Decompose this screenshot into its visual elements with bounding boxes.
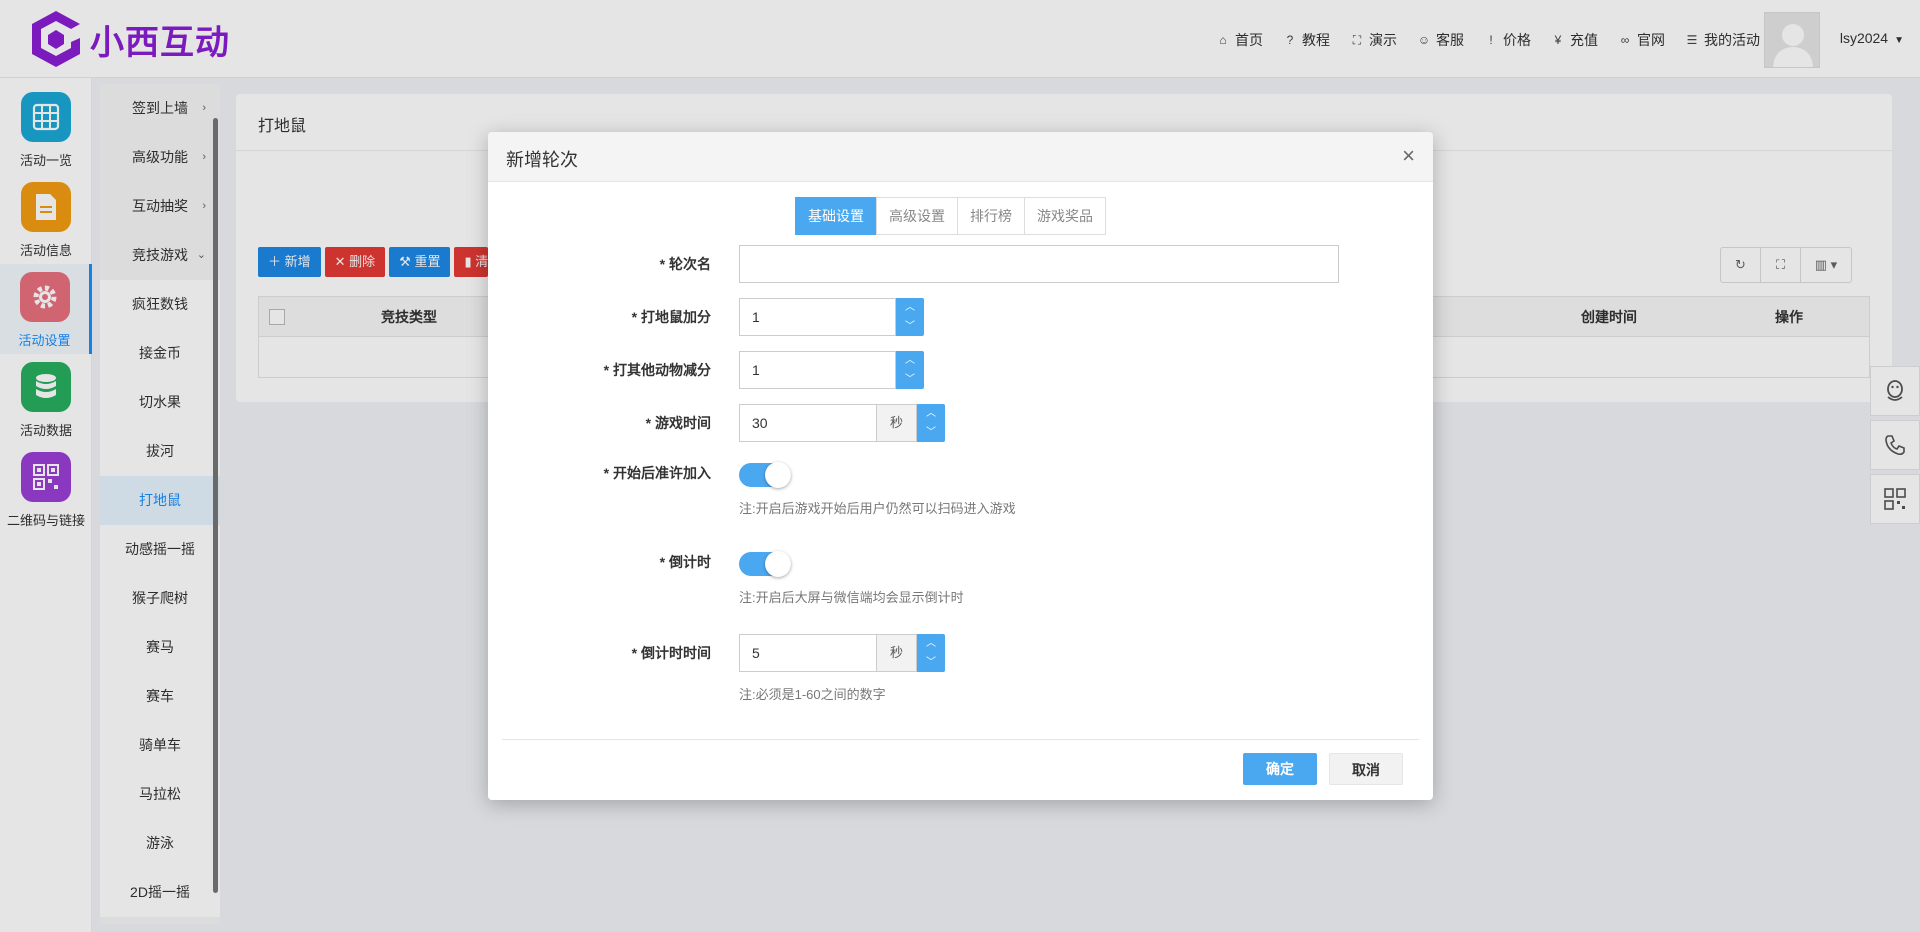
chevron-up-icon[interactable]: ︿ xyxy=(917,634,945,653)
game-time-label: * 游戏时间 xyxy=(645,415,711,431)
countdown-time-unit: 秒 xyxy=(877,634,917,672)
dialog-header: 新增轮次 × xyxy=(488,132,1433,182)
allow-join-toggle[interactable] xyxy=(739,462,791,488)
add-round-dialog: 新增轮次 × 基础设置 高级设置 排行榜 游戏奖品 * 轮次名 * 打地鼠加分 … xyxy=(488,132,1433,800)
countdown-toggle[interactable] xyxy=(739,551,791,577)
chevron-down-icon[interactable]: ﹀ xyxy=(896,370,924,389)
miss-score-stepper[interactable]: ︿ ﹀ xyxy=(896,351,924,389)
chevron-down-icon[interactable]: ﹀ xyxy=(917,423,945,442)
allow-join-note: 注:开启后游戏开始后用户仍然可以扫码进入游戏 xyxy=(739,501,1016,516)
game-time-stepper[interactable]: ︿ ﹀ xyxy=(917,404,945,442)
chevron-up-icon[interactable]: ︿ xyxy=(896,298,924,317)
dialog-tabs: 基础设置 高级设置 排行榜 游戏奖品 xyxy=(795,197,1106,235)
miss-score-label: * 打其他动物减分 xyxy=(603,362,711,378)
chevron-down-icon[interactable]: ﹀ xyxy=(896,317,924,336)
countdown-time-label: * 倒计时时间 xyxy=(631,645,711,661)
tab-game-prizes[interactable]: 游戏奖品 xyxy=(1024,197,1106,235)
tab-leaderboard[interactable]: 排行榜 xyxy=(957,197,1025,235)
dialog-title: 新增轮次 xyxy=(506,150,578,170)
miss-score-input[interactable]: 1 xyxy=(739,351,896,389)
cancel-button[interactable]: 取消 xyxy=(1329,753,1403,785)
countdown-time-note: 注:必须是1-60之间的数字 xyxy=(739,687,886,702)
footer-divider xyxy=(502,739,1419,740)
hit-score-label: * 打地鼠加分 xyxy=(631,309,711,325)
countdown-note: 注:开启后大屏与微信端均会显示倒计时 xyxy=(739,590,964,605)
countdown-time-input[interactable]: 5 xyxy=(739,634,877,672)
toggle-knob xyxy=(765,551,791,577)
game-time-unit: 秒 xyxy=(877,404,917,442)
chevron-up-icon[interactable]: ︿ xyxy=(896,351,924,370)
tab-advanced-settings[interactable]: 高级设置 xyxy=(876,197,958,235)
countdown-label: * 倒计时 xyxy=(659,554,711,570)
round-name-input[interactable] xyxy=(739,245,1339,283)
tab-basic-settings[interactable]: 基础设置 xyxy=(795,197,877,235)
close-icon[interactable]: × xyxy=(1402,144,1415,168)
game-time-input[interactable]: 30 xyxy=(739,404,877,442)
confirm-button[interactable]: 确定 xyxy=(1243,753,1317,785)
round-name-label: * 轮次名 xyxy=(659,256,711,272)
countdown-time-stepper[interactable]: ︿ ﹀ xyxy=(917,634,945,672)
hit-score-stepper[interactable]: ︿ ﹀ xyxy=(896,298,924,336)
chevron-down-icon[interactable]: ﹀ xyxy=(917,653,945,672)
chevron-up-icon[interactable]: ︿ xyxy=(917,404,945,423)
toggle-knob xyxy=(765,462,791,488)
allow-join-label: * 开始后准许加入 xyxy=(603,465,711,481)
hit-score-input[interactable]: 1 xyxy=(739,298,896,336)
